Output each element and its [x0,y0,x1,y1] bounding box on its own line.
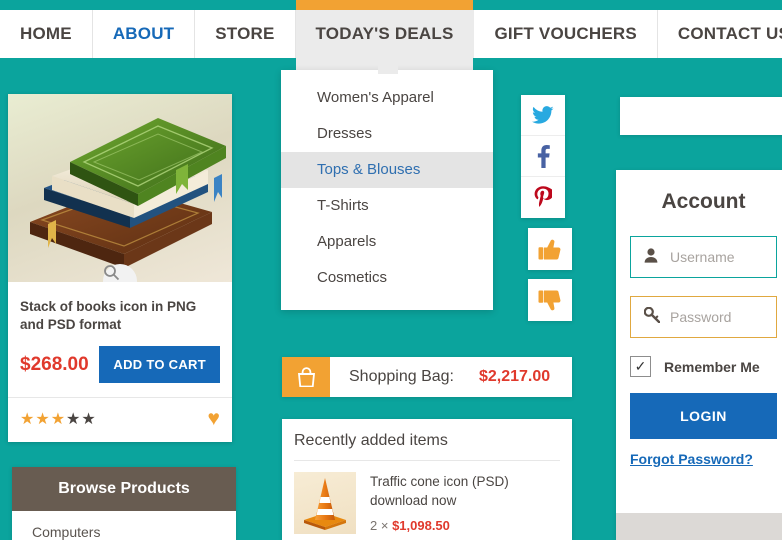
nav-label: TODAY'S DEALS [315,24,454,43]
user-icon [644,247,670,267]
thumbs-up-icon [538,239,561,259]
dropdown-item-tops-and-blouses[interactable]: Tops & Blouses [281,152,493,188]
login-button[interactable]: LOGIN [630,393,777,439]
recent-item-qty: 2 × [370,518,389,533]
dropdown-item-label: Dresses [317,125,373,142]
bag-glyph [297,367,315,387]
dropdown-item-label: Tops & Blouses [317,161,421,178]
recently-added-title: Recently added items [294,432,448,449]
recent-item-info: Traffic cone icon (PSD) download now 2 ×… [356,472,560,534]
browse-products-title: Browse Products [12,467,236,511]
dropdown-item-womens-apparel[interactable]: Women's Apparel [281,80,493,116]
facebook-icon [537,144,550,168]
dropdown-item-cosmetics[interactable]: Cosmetics [281,260,493,296]
recently-added-items-panel: Recently added items Traffic cone icon (… [282,419,572,540]
browse-products-panel: Browse Products Computers [12,467,236,540]
thumbs-down-button[interactable] [528,279,572,321]
remember-me-row[interactable]: ✓ Remember Me [630,356,777,377]
product-image[interactable] [8,94,232,282]
facebook-share-button[interactable] [521,136,565,177]
star-filled: ★ [20,411,36,428]
star-filled: ★ [35,411,51,428]
dropdown-item-dresses[interactable]: Dresses [281,116,493,152]
dropdown-item-label: Women's Apparel [317,89,434,106]
top-right-panel [620,97,782,135]
wishlist-heart-icon[interactable]: ♥ [208,407,220,431]
traffic-cone-icon [304,478,346,530]
recent-item-name: Traffic cone icon (PSD) download now [370,474,509,508]
shopping-bag-icon [282,357,330,397]
user-glyph [644,247,658,263]
add-to-cart-button[interactable]: ADD TO CART [99,346,220,383]
forgot-password-link[interactable]: Forgot Password? [630,451,753,467]
nav-label: STORE [215,24,275,43]
nav-label: ABOUT [112,24,175,43]
star-filled: ★ [50,411,67,428]
product-footer: ★★★★★ ♥ [8,397,232,442]
magnifier-glyph [104,265,120,281]
account-login-panel: Account Username Password ✓ Remember Me … [616,170,782,540]
browse-item-label: Computers [32,524,101,540]
shopping-bag-total: $2,217.00 [478,368,551,385]
password-field[interactable]: Password [630,296,777,338]
username-field[interactable]: Username [630,236,777,278]
todays-deals-dropdown: Women's Apparel Dresses Tops & Blouses T… [281,70,493,310]
thumbs-up-button[interactable] [528,228,572,270]
thumbs-down-icon [538,290,561,310]
pinterest-share-button[interactable] [521,177,565,218]
recent-item-price: 2 × $1,098.50 [370,518,560,533]
password-placeholder: Password [670,309,732,325]
key-icon [643,306,670,327]
shopping-bag-label: Shopping Bag: [349,368,454,385]
rating-stars[interactable]: ★★★★★ [20,409,97,429]
remember-me-checkbox[interactable]: ✓ [630,356,651,377]
nav-label: HOME [20,24,72,43]
dropdown-item-label: Apparels [317,233,377,250]
pinterest-icon [534,186,552,207]
social-share-stack [521,95,565,218]
username-placeholder: Username [670,249,735,265]
nav-item-store[interactable]: STORE [195,10,296,58]
star-empty: ★ [81,411,97,428]
dropdown-item-apparels[interactable]: Apparels [281,224,493,260]
account-panel-footer [616,513,782,540]
check-icon: ✓ [634,358,647,374]
nav-label: GIFT VOUCHERS [494,24,637,43]
product-title: Stack of books icon in PNG and PSD forma… [20,299,197,332]
nav-item-todays-deals[interactable]: TODAY'S DEALS [295,0,475,70]
page-root: HOME ABOUT STORE TODAY'S DEALS GIFT VOUC… [0,0,782,540]
product-price: $268.00 [20,353,89,375]
nav-item-gift-vouchers[interactable]: GIFT VOUCHERS [474,10,658,58]
nav-label: CONTACT US [677,24,782,43]
nav-item-about[interactable]: ABOUT [92,10,196,58]
product-card: Stack of books icon in PNG and PSD forma… [8,94,232,442]
recent-item-row[interactable]: Traffic cone icon (PSD) download now 2 ×… [282,461,572,534]
stack-of-books-illustration [30,118,226,268]
recent-item-amount: $1,098.50 [392,518,450,533]
twitter-share-button[interactable] [521,95,565,136]
shopping-bag-bar[interactable]: Shopping Bag: $2,217.00 [282,357,572,397]
product-price-row: $268.00 ADD TO CART [20,346,220,397]
browse-item-computers[interactable]: Computers [12,511,236,540]
remember-me-label: Remember Me [664,358,760,375]
main-navigation: HOME ABOUT STORE TODAY'S DEALS GIFT VOUC… [0,0,782,70]
nav-item-home[interactable]: HOME [0,10,93,58]
dropdown-connector-stem [378,58,398,74]
key-glyph [643,306,661,324]
star-empty: ★ [66,411,82,428]
dropdown-item-t-shirts[interactable]: T-Shirts [281,188,493,224]
product-body: Stack of books icon in PNG and PSD forma… [8,282,232,397]
twitter-icon [532,105,554,124]
dropdown-item-label: T-Shirts [317,197,369,214]
nav-item-contact-us[interactable]: CONTACT US [657,10,782,58]
recent-item-thumbnail[interactable] [294,472,356,534]
dropdown-item-label: Cosmetics [317,269,388,286]
account-panel-title: Account [661,190,746,213]
